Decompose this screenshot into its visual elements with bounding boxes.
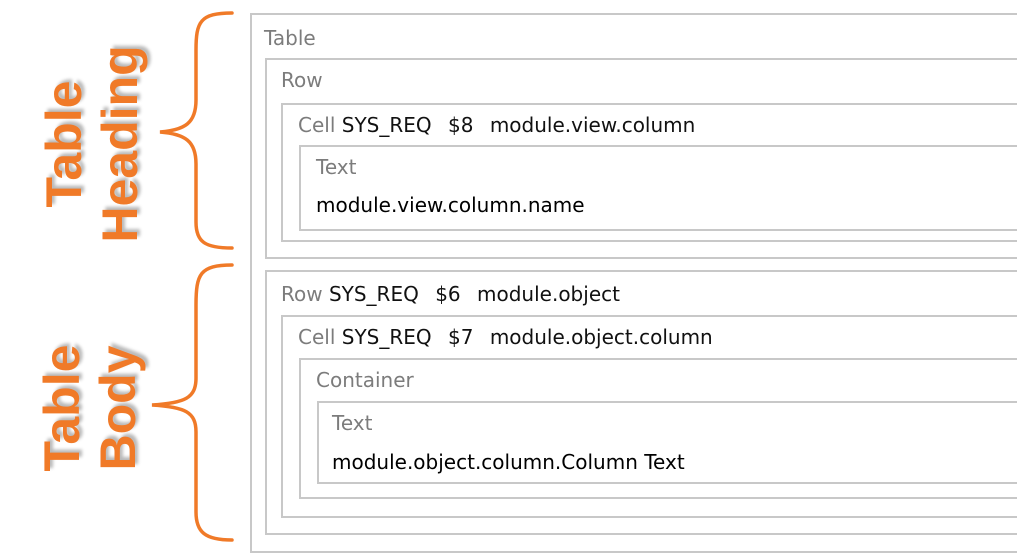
table-kind: Table: [264, 26, 316, 50]
body-row-req: SYS_REQ: [328, 282, 419, 306]
body-row-kind: Row: [281, 282, 323, 306]
body-cell-label: Cell SYS_REQ $7 module.object.column: [298, 327, 713, 347]
table-heading-label: Table Heading: [36, 45, 148, 243]
table-body-label: Table Body: [34, 344, 146, 472]
heading-cell-kind: Cell: [298, 113, 336, 137]
body-row-ref: $6: [435, 282, 461, 306]
heading-row-kind: Row: [281, 68, 323, 92]
body-row-label: Row SYS_REQ $6 module.object: [281, 284, 620, 304]
body-cell-path: module.object.column: [489, 325, 713, 349]
heading-text-kind: Text: [316, 155, 357, 179]
body-cell-ref: $7: [448, 325, 474, 349]
heading-cell-req: SYS_REQ: [341, 113, 432, 137]
heading-brace: [159, 11, 234, 250]
body-cell-req: SYS_REQ: [341, 325, 432, 349]
heading-cell-label: Cell SYS_REQ $8 module.view.column: [298, 115, 695, 135]
body-row-path: module.object: [477, 282, 620, 306]
heading-text-node: [299, 145, 1017, 231]
body-cell-kind: Cell: [298, 325, 336, 349]
heading-cell-path: module.view.column: [489, 113, 696, 137]
container-kind: Container: [316, 368, 414, 392]
body-text-kind: Text: [332, 411, 373, 435]
heading-text-value: module.view.column.name: [316, 193, 585, 217]
body-text-value: module.object.column.Column Text: [332, 450, 685, 474]
body-brace: [151, 263, 234, 542]
heading-cell-ref: $8: [448, 113, 474, 137]
